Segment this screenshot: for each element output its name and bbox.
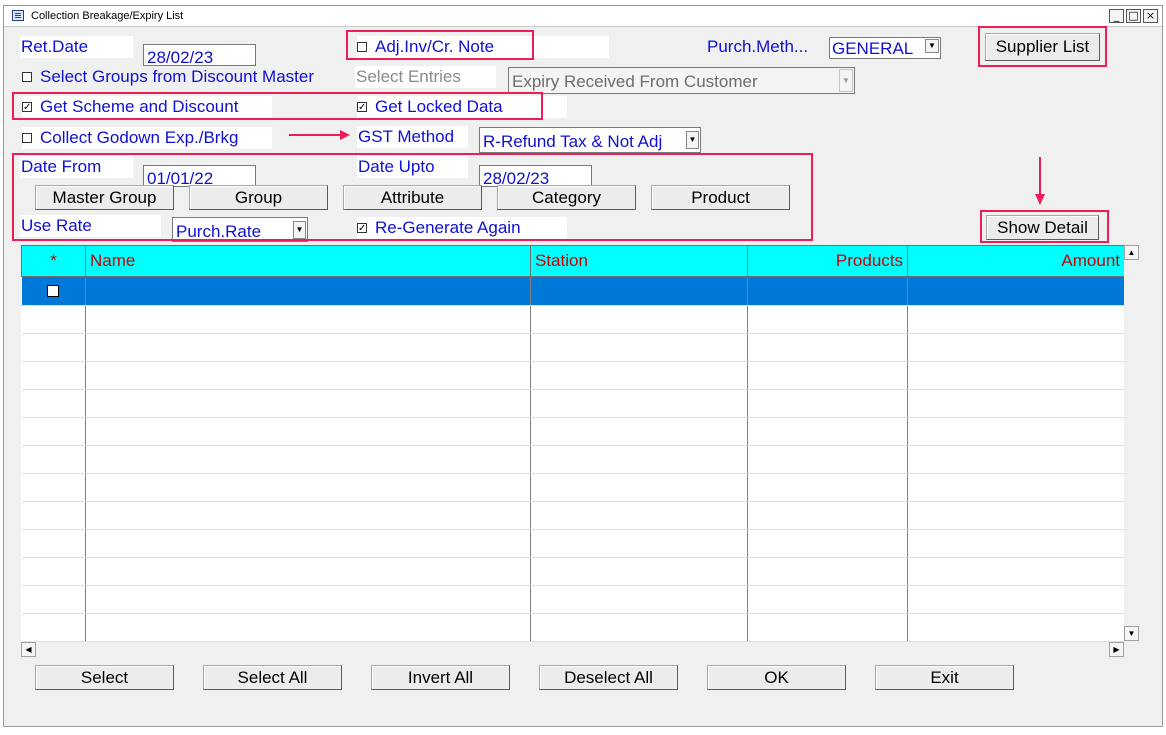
chevron-down-icon[interactable]: ▼ [686,131,699,149]
purch-meth-label: Purch.Meth... [707,37,809,56]
date-upto-field[interactable]: 28/02/23 [479,165,592,187]
table-row[interactable] [21,445,1125,474]
category-button[interactable]: Category [497,185,636,210]
supplier-list-button[interactable]: Supplier List [985,33,1100,61]
use-rate-value: Purch.Rate [176,222,262,241]
table-row[interactable] [21,333,1125,362]
regenerate-checkbox[interactable]: ✓ Re-Generate Again [357,217,567,239]
scroll-right-icon[interactable]: ▶ [1109,642,1124,657]
get-locked-checkbox[interactable]: ✓ Get Locked Data [357,96,567,118]
table-row[interactable] [21,613,1125,642]
table-row[interactable] [21,276,1125,306]
date-from-field[interactable]: 01/01/22 [143,165,256,187]
adj-inv-checkbox[interactable]: Adj.Inv/Cr. Note [357,36,609,58]
column-header-station[interactable]: Station [530,245,748,277]
table-row[interactable] [21,585,1125,614]
use-rate-label: Use Rate [20,215,161,237]
ret-date-label: Ret.Date [20,36,133,58]
attribute-button[interactable]: Attribute [343,185,482,210]
collect-godown-label: Collect Godown Exp./Brkg [40,128,239,147]
table-row[interactable] [21,389,1125,418]
minimize-button[interactable]: _ [1109,9,1124,23]
group-button[interactable]: Group [189,185,328,210]
arrow-down-icon [1035,157,1045,205]
date-upto-label: Date Upto [357,156,468,178]
purch-meth-value: GENERAL [832,39,914,58]
checkbox-icon [357,42,367,52]
table-row[interactable] [21,305,1125,334]
select-groups-checkbox[interactable]: Select Groups from Discount Master [22,66,344,88]
column-header-products[interactable]: Products [747,245,908,277]
gst-method-label: GST Method [357,126,468,148]
exit-button[interactable]: Exit [875,665,1014,690]
date-from-label: Date From [20,156,133,178]
adj-inv-label: Adj.Inv/Cr. Note [375,37,495,56]
product-button[interactable]: Product [651,185,790,210]
column-header-amount[interactable]: Amount [907,245,1125,277]
row-checkbox-cell[interactable] [21,276,86,306]
products-cell[interactable] [747,276,908,306]
table-row[interactable] [21,361,1125,390]
arrow-right-icon [289,130,350,140]
column-header-select[interactable]: * [21,245,86,277]
master-group-button[interactable]: Master Group [35,185,174,210]
title-bar: Collection Breakage/Expiry List _ □ × [4,6,1162,27]
results-grid[interactable]: * Name Station Products Amount [21,245,1125,642]
gst-method-select[interactable]: R-Refund Tax & Not Adj ▼ [479,127,701,153]
scroll-down-icon[interactable]: ▼ [1124,626,1139,641]
get-scheme-label: Get Scheme and Discount [40,97,239,116]
get-locked-label: Get Locked Data [375,97,503,116]
show-detail-button[interactable]: Show Detail [986,215,1099,240]
close-button[interactable]: × [1143,9,1158,23]
name-cell[interactable] [85,276,531,306]
check-mark-icon: ✓ [357,223,367,234]
select-entries-value: Expiry Received From Customer [512,72,758,91]
station-cell[interactable] [530,276,748,306]
column-header-name[interactable]: Name [85,245,531,277]
table-row[interactable] [21,501,1125,530]
scroll-up-icon[interactable]: ▲ [1124,245,1139,260]
select-button[interactable]: Select [35,665,174,690]
chevron-down-icon[interactable]: ▼ [293,221,306,239]
app-icon [12,10,24,21]
table-row[interactable] [21,417,1125,446]
select-entries-select[interactable]: Expiry Received From Customer ▼ [508,67,855,94]
collect-godown-checkbox[interactable]: Collect Godown Exp./Brkg [22,127,272,149]
amount-cell[interactable] [907,276,1125,306]
window-title: Collection Breakage/Expiry List [31,10,184,22]
ret-date-field[interactable]: 28/02/23 [143,44,256,66]
purch-meth-select[interactable]: GENERAL ▼ [829,37,941,59]
invert-all-button[interactable]: Invert All [371,665,510,690]
check-mark-icon: ✓ [357,102,367,113]
select-all-button[interactable]: Select All [203,665,342,690]
table-row[interactable] [21,473,1125,502]
select-entries-label: Select Entries [355,66,496,88]
chevron-down-icon[interactable]: ▼ [925,39,939,53]
scroll-left-icon[interactable]: ◀ [21,642,36,657]
vertical-scrollbar[interactable]: ▲ ▼ [1124,245,1140,641]
maximize-button[interactable]: □ [1126,9,1141,23]
ok-button[interactable]: OK [707,665,846,690]
get-scheme-checkbox[interactable]: ✓ Get Scheme and Discount [22,96,272,118]
deselect-all-button[interactable]: Deselect All [539,665,678,690]
table-row[interactable] [21,529,1125,558]
chevron-down-icon[interactable]: ▼ [839,69,853,92]
select-groups-label: Select Groups from Discount Master [40,67,314,86]
gst-method-value: R-Refund Tax & Not Adj [483,132,663,151]
regenerate-label: Re-Generate Again [375,218,521,237]
table-row[interactable] [21,557,1125,586]
checkbox-icon[interactable] [47,284,60,297]
use-rate-select[interactable]: Purch.Rate ▼ [172,217,308,242]
grid-header: * Name Station Products Amount [21,245,1125,277]
checkbox-icon [22,72,32,82]
horizontal-scrollbar[interactable]: ◀ ▶ [21,642,1124,658]
checkbox-icon [22,133,32,143]
check-mark-icon: ✓ [22,102,32,113]
